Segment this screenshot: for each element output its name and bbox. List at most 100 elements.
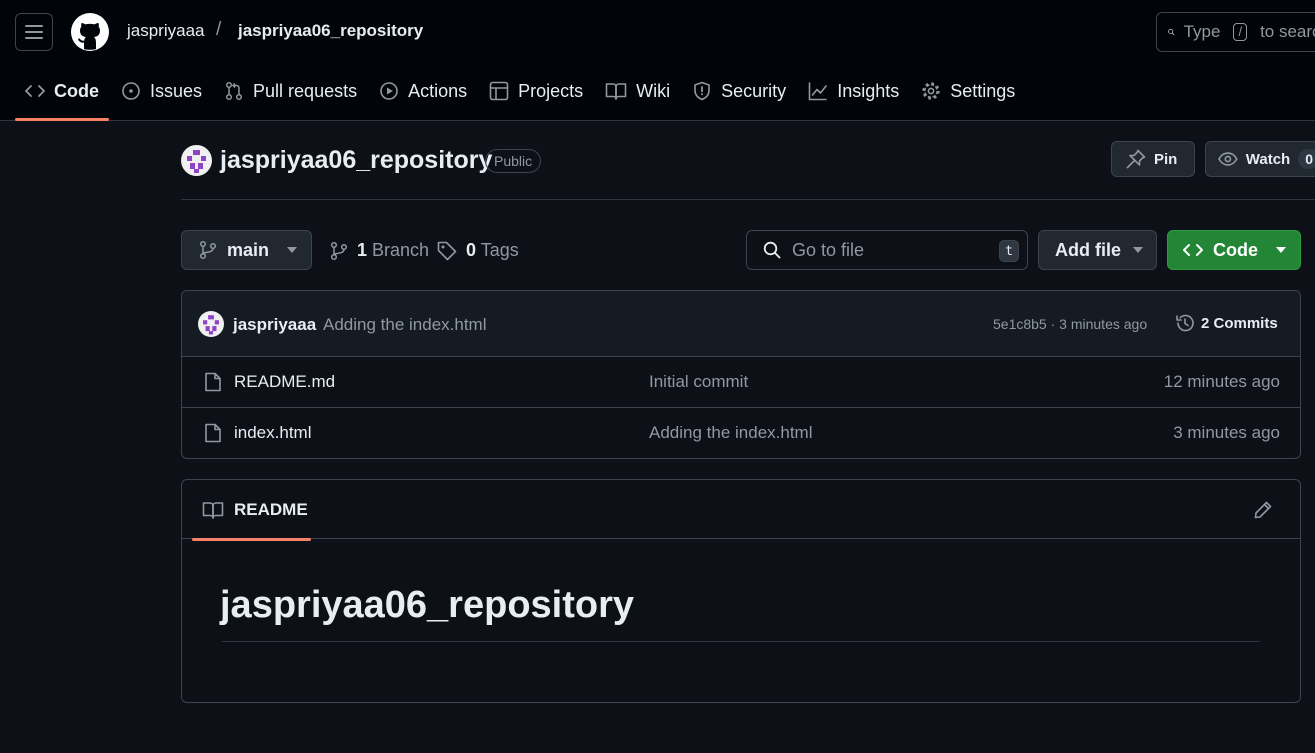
tab-projects[interactable]: Projects bbox=[479, 62, 593, 120]
book-icon bbox=[605, 83, 627, 100]
readme-panel: README jaspriyaa06_repository bbox=[181, 479, 1301, 703]
pencil-icon[interactable] bbox=[1253, 500, 1273, 520]
tab-label: Pull requests bbox=[253, 80, 358, 101]
file-table: jaspriyaaa Adding the index.html 5e1c8b5… bbox=[181, 290, 1301, 459]
book-icon bbox=[202, 502, 224, 519]
add-file-label: Add file bbox=[1055, 239, 1121, 260]
breadcrumb-owner[interactable]: jaspriyaaa bbox=[127, 21, 205, 41]
search-icon bbox=[763, 241, 781, 259]
file-commit-time: 12 minutes ago bbox=[1163, 372, 1280, 391]
branch-name: main bbox=[227, 239, 270, 260]
readme-heading-rule bbox=[222, 641, 1260, 642]
tab-label: Code bbox=[54, 80, 99, 101]
file-commit-time: 3 minutes ago bbox=[1173, 423, 1280, 442]
search-shortcut-key: / bbox=[1233, 23, 1248, 41]
tag-count-label: Tags bbox=[480, 240, 519, 260]
shield-icon bbox=[694, 81, 710, 101]
hamburger-icon bbox=[25, 25, 43, 39]
table-row[interactable]: index.html Adding the index.html 3 minut… bbox=[182, 408, 1300, 458]
table-row[interactable]: README.md Initial commit 12 minutes ago bbox=[182, 357, 1300, 408]
pin-icon bbox=[1126, 149, 1146, 169]
branch-count: 1 bbox=[357, 240, 368, 260]
visibility-badge: Public bbox=[485, 149, 542, 173]
readme-tab-label: README bbox=[234, 500, 308, 519]
github-logo-icon[interactable] bbox=[71, 13, 109, 51]
history-icon bbox=[1176, 314, 1194, 332]
chevron-down-icon bbox=[287, 247, 298, 253]
tab-security[interactable]: Security bbox=[682, 62, 796, 120]
watch-label: Watch bbox=[1245, 150, 1291, 168]
commit-message[interactable]: Adding the index.html bbox=[323, 315, 487, 335]
chevron-down-icon bbox=[1276, 247, 1286, 253]
code-label: Code bbox=[1213, 239, 1258, 260]
readme-header: README bbox=[182, 480, 1300, 541]
tab-label: Projects bbox=[518, 80, 584, 101]
gear-icon bbox=[922, 82, 940, 100]
branch-icon bbox=[199, 240, 217, 260]
watch-count: 0 bbox=[1298, 149, 1315, 169]
repo-title[interactable]: jaspriyaa06_repository bbox=[220, 146, 492, 175]
file-commit-message[interactable]: Initial commit bbox=[649, 372, 748, 392]
tab-insights[interactable]: Insights bbox=[798, 62, 909, 120]
repo-owner-avatar[interactable] bbox=[181, 145, 212, 176]
tab-settings[interactable]: Settings bbox=[911, 62, 1025, 120]
tab-wiki[interactable]: Wiki bbox=[595, 62, 680, 120]
code-button[interactable]: Code bbox=[1167, 230, 1301, 270]
pin-label: Pin bbox=[1154, 150, 1178, 168]
latest-commit-row: jaspriyaaa Adding the index.html 5e1c8b5… bbox=[182, 291, 1300, 357]
go-to-file-placeholder: Go to file bbox=[792, 239, 865, 260]
search-prefix: Type bbox=[1183, 22, 1221, 41]
commit-hash-time[interactable]: 5e1c8b5 · 3 minutes ago bbox=[993, 316, 1147, 332]
commit-author[interactable]: jaspriyaaa bbox=[233, 315, 316, 335]
tab-label: Wiki bbox=[636, 80, 671, 101]
breadcrumb-repo[interactable]: jaspriyaa06_repository bbox=[238, 21, 423, 41]
tab-label: Issues bbox=[150, 80, 203, 101]
branch-count-label: Branch bbox=[372, 240, 430, 260]
table-icon bbox=[489, 81, 509, 101]
readme-heading: jaspriyaa06_repository bbox=[220, 584, 635, 626]
tab-actions[interactable]: Actions bbox=[369, 62, 477, 120]
file-commit-message[interactable]: Adding the index.html bbox=[649, 423, 813, 443]
file-name[interactable]: README.md bbox=[234, 372, 335, 392]
file-icon bbox=[205, 423, 221, 443]
tab-code[interactable]: Code bbox=[15, 62, 109, 121]
code-icon bbox=[25, 85, 45, 97]
commit-author-avatar[interactable] bbox=[198, 311, 224, 337]
go-to-file-shortcut: t bbox=[999, 240, 1019, 262]
file-icon bbox=[205, 372, 221, 392]
readme-tab[interactable]: README bbox=[192, 480, 311, 541]
tags-link[interactable]: 0 Tags bbox=[437, 240, 519, 261]
search-icon bbox=[1168, 29, 1175, 36]
file-name[interactable]: index.html bbox=[234, 423, 311, 443]
issue-icon bbox=[122, 82, 140, 100]
branches-link[interactable]: 1 Branch bbox=[330, 240, 429, 261]
commits-label: 2 Commits bbox=[1201, 314, 1278, 332]
tab-issues[interactable]: Issues bbox=[111, 62, 212, 120]
graph-icon bbox=[808, 82, 827, 101]
tab-label: Settings bbox=[950, 80, 1016, 101]
title-divider bbox=[181, 199, 1315, 200]
branch-icon bbox=[330, 241, 348, 260]
chevron-down-icon bbox=[1133, 247, 1143, 253]
menu-button[interactable] bbox=[15, 13, 53, 51]
search-suffix: to search bbox=[1260, 22, 1315, 41]
code-icon bbox=[1183, 244, 1203, 256]
eye-icon bbox=[1218, 152, 1238, 166]
tab-label: Security bbox=[721, 80, 787, 101]
tab-label: Insights bbox=[837, 80, 900, 101]
go-to-file-input[interactable]: Go to file t bbox=[746, 230, 1028, 270]
global-search[interactable]: Type / to search bbox=[1156, 12, 1315, 52]
tag-count: 0 bbox=[466, 240, 477, 260]
breadcrumb-separator: / bbox=[216, 19, 222, 40]
repo-nav-tabs: Code Issues Pull requests Actions Projec… bbox=[15, 62, 1027, 121]
pin-button[interactable]: Pin bbox=[1111, 141, 1195, 177]
add-file-button[interactable]: Add file bbox=[1038, 230, 1157, 270]
commits-link[interactable]: 2 Commits bbox=[1175, 313, 1278, 333]
branch-selector[interactable]: main bbox=[181, 230, 312, 270]
tag-icon bbox=[437, 241, 457, 260]
watch-button[interactable]: Watch 0 bbox=[1205, 141, 1315, 177]
tab-pull-requests[interactable]: Pull requests bbox=[214, 62, 367, 120]
global-header: jaspriyaaa / jaspriyaa06_repository Type… bbox=[0, 0, 1315, 121]
tab-label: Actions bbox=[408, 80, 468, 101]
pull-request-icon bbox=[225, 81, 243, 101]
